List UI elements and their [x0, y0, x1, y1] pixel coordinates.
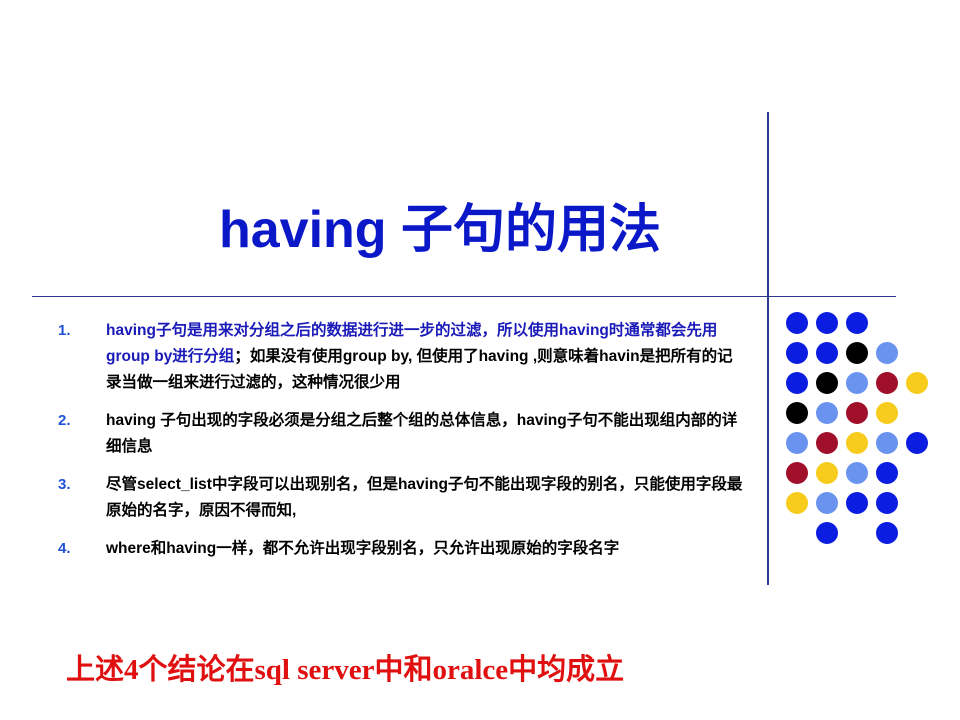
horizontal-rule [32, 296, 896, 297]
item-text-part: where和having一样，都不允许出现字段别名，只允许出现原始的字段名字 [106, 540, 620, 557]
dot-blue [876, 522, 898, 544]
item-text-part: having 子句出现的字段必须是分组之后整个组的总体信息，having子句不能… [106, 412, 738, 455]
dot-yellow [816, 462, 838, 484]
dot-blue [786, 342, 808, 364]
item-number: 3. [58, 476, 71, 493]
item-text-part: 尽管select_list中字段可以出现别名，但是having子句不能出现字段的… [106, 476, 743, 519]
conclusion-text: 上述4个结论在sql server中和oralce中均成立 [66, 654, 625, 686]
list-item: 3. 尽管select_list中字段可以出现别名，但是having子句不能出现… [58, 472, 748, 524]
dot-yellow [786, 492, 808, 514]
list-item: 2. having 子句出现的字段必须是分组之后整个组的总体信息，having子… [58, 408, 748, 460]
dot-lightblue [846, 462, 868, 484]
dot-blue [786, 372, 808, 394]
dot-blue [786, 312, 808, 334]
dot-blue [816, 522, 838, 544]
dot-blue [876, 492, 898, 514]
dot-black [846, 342, 868, 364]
list-item: 1. having子句是用来对分组之后的数据进行进一步的过滤，所以使用havin… [58, 318, 748, 396]
item-number: 1. [58, 322, 71, 339]
dot-lightblue [876, 432, 898, 454]
dot-red [786, 462, 808, 484]
dot-black [786, 402, 808, 424]
dot-red [846, 402, 868, 424]
dot-yellow [876, 402, 898, 424]
dot-lightblue [846, 372, 868, 394]
vertical-rule [767, 112, 769, 585]
item-number: 4. [58, 540, 71, 557]
dot-blue [876, 462, 898, 484]
decorative-dot-grid [786, 312, 928, 552]
dot-blue [846, 492, 868, 514]
dot-blue [906, 432, 928, 454]
item-text: where和having一样，都不允许出现字段别名，只允许出现原始的字段名字 [106, 536, 748, 562]
list-item: 4. where和having一样，都不允许出现字段别名，只允许出现原始的字段名… [58, 536, 748, 562]
item-text: having 子句出现的字段必须是分组之后整个组的总体信息，having子句不能… [106, 408, 748, 460]
bullet-list: 1. having子句是用来对分组之后的数据进行进一步的过滤，所以使用havin… [58, 318, 748, 574]
dot-blue [816, 312, 838, 334]
dot-black [816, 372, 838, 394]
dot-lightblue [876, 342, 898, 364]
dot-red [816, 432, 838, 454]
dot-blue [816, 342, 838, 364]
dot-lightblue [816, 402, 838, 424]
item-text: 尽管select_list中字段可以出现别名，但是having子句不能出现字段的… [106, 472, 748, 524]
dot-lightblue [816, 492, 838, 514]
dot-lightblue [786, 432, 808, 454]
item-text: having子句是用来对分组之后的数据进行进一步的过滤，所以使用having时通… [106, 318, 748, 396]
item-number: 2. [58, 412, 71, 429]
dot-blue [846, 312, 868, 334]
dot-yellow [846, 432, 868, 454]
slide-title: having 子句的用法 [218, 201, 662, 259]
dot-red [876, 372, 898, 394]
dot-yellow [906, 372, 928, 394]
